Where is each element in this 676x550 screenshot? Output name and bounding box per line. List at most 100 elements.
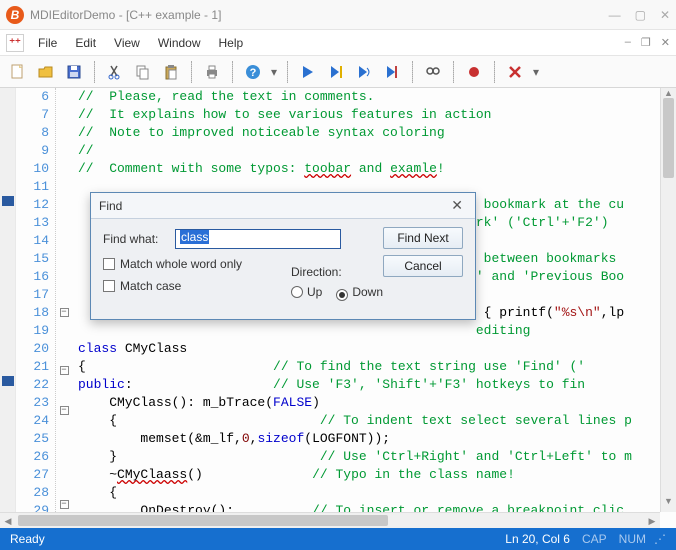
- match-whole-word-label: Match whole word only: [120, 257, 242, 271]
- code-line[interactable]: // Comment with some typos: toobar and e…: [78, 160, 676, 178]
- code-line[interactable]: // It explains how to see various featur…: [78, 106, 676, 124]
- code-line[interactable]: // Note to improved noticeable syntax co…: [78, 124, 676, 142]
- line-number: 18: [16, 304, 49, 322]
- code-line[interactable]: public: // Use 'F3', 'Shift'+'F3' hotkey…: [78, 376, 676, 394]
- code-line[interactable]: // Please, read the text in comments.: [78, 88, 676, 106]
- print-button[interactable]: [200, 60, 224, 84]
- save-file-button[interactable]: [62, 60, 86, 84]
- horizontal-scrollbar[interactable]: ◀ ▶: [0, 512, 660, 528]
- stop-button[interactable]: [503, 60, 527, 84]
- code-line[interactable]: class CMyClass: [78, 340, 676, 358]
- stop-dropdown[interactable]: ▾: [531, 60, 541, 84]
- record-button[interactable]: [462, 60, 486, 84]
- menubar: ⁺⁺ File Edit View Window Help – ❐ ✕: [0, 30, 676, 56]
- line-number: 12: [16, 196, 49, 214]
- find-titlebar[interactable]: Find ✕: [91, 193, 475, 219]
- direction-down-radio[interactable]: Down: [336, 285, 383, 301]
- code-line[interactable]: { // To indent text select several lines…: [78, 412, 676, 430]
- child-restore-button[interactable]: ❐: [641, 36, 651, 49]
- code-line[interactable]: { // To find the text string use 'Find' …: [78, 358, 676, 376]
- direction-label: Direction:: [291, 265, 383, 279]
- code-line[interactable]: } // Use 'Ctrl+Right' and 'Ctrl+Left' to…: [78, 448, 676, 466]
- line-number-gutter: 6789101112131415161718192021222324252627…: [16, 88, 56, 528]
- titlebar: B MDIEditorDemo - [C++ example - 1] — ▢ …: [0, 0, 676, 30]
- line-number: 9: [16, 142, 49, 160]
- fold-toggle-icon[interactable]: −: [60, 500, 69, 509]
- cancel-button[interactable]: Cancel: [383, 255, 463, 277]
- menu-window[interactable]: Window: [150, 33, 209, 53]
- app-icon: B: [6, 6, 24, 24]
- svg-text:?: ?: [250, 67, 257, 79]
- paste-button[interactable]: [159, 60, 183, 84]
- menu-help[interactable]: Help: [211, 33, 252, 53]
- bookmark-icon[interactable]: [2, 376, 14, 386]
- statusbar: Ready Ln 20, Col 6 CAP NUM ⋰: [0, 528, 676, 550]
- code-line[interactable]: {: [78, 484, 676, 502]
- minimize-button[interactable]: —: [609, 8, 621, 22]
- vscroll-thumb[interactable]: [663, 98, 674, 178]
- line-number: 14: [16, 232, 49, 250]
- line-number: 10: [16, 160, 49, 178]
- find-next-button[interactable]: Find Next: [383, 227, 463, 249]
- vertical-scrollbar[interactable]: ▲ ▼: [660, 88, 676, 512]
- fold-gutter[interactable]: − − − −: [56, 88, 72, 528]
- find-what-input[interactable]: class: [175, 229, 341, 249]
- find-what-label: Find what:: [103, 232, 167, 246]
- code-line[interactable]: editing: [78, 322, 676, 340]
- line-number: 28: [16, 484, 49, 502]
- direction-group: Direction: Up Down: [291, 265, 383, 301]
- code-line[interactable]: CMyClass(): m_bTrace(FALSE): [78, 394, 676, 412]
- copy-button[interactable]: [131, 60, 155, 84]
- status-cap: CAP: [582, 532, 607, 546]
- line-number: 6: [16, 88, 49, 106]
- menu-view[interactable]: View: [106, 33, 148, 53]
- menu-file[interactable]: File: [30, 33, 65, 53]
- line-number: 24: [16, 412, 49, 430]
- line-number: 11: [16, 178, 49, 196]
- line-number: 19: [16, 322, 49, 340]
- step-over-button[interactable]: [352, 60, 376, 84]
- match-case-checkbox[interactable]: Match case: [103, 279, 463, 293]
- find-close-button[interactable]: ✕: [447, 197, 467, 214]
- line-number: 8: [16, 124, 49, 142]
- fold-toggle-icon[interactable]: −: [60, 366, 69, 375]
- toolbar: ? ▾ ▾: [0, 56, 676, 88]
- bookmark-icon[interactable]: [2, 196, 14, 206]
- radio-icon: [291, 286, 303, 298]
- close-button[interactable]: ✕: [660, 8, 670, 22]
- fold-toggle-icon[interactable]: −: [60, 406, 69, 415]
- help-dropdown[interactable]: ▾: [269, 60, 279, 84]
- direction-up-radio[interactable]: Up: [291, 285, 322, 301]
- menu-edit[interactable]: Edit: [67, 33, 104, 53]
- window-title: MDIEditorDemo - [C++ example - 1]: [30, 8, 221, 22]
- line-number: 15: [16, 250, 49, 268]
- code-line[interactable]: //: [78, 142, 676, 160]
- status-pos: Ln 20, Col 6: [505, 532, 570, 546]
- step-out-button[interactable]: [380, 60, 404, 84]
- bookmark-gutter[interactable]: [0, 88, 16, 528]
- child-close-button[interactable]: ✕: [661, 36, 670, 49]
- code-line[interactable]: memset(&m_lf,0,sizeof(LOGFONT));: [78, 430, 676, 448]
- maximize-button[interactable]: ▢: [635, 8, 646, 22]
- fold-toggle-icon[interactable]: −: [60, 308, 69, 317]
- line-number: 22: [16, 376, 49, 394]
- line-number: 21: [16, 358, 49, 376]
- find-button[interactable]: [421, 60, 445, 84]
- run-cursor-button[interactable]: [324, 60, 348, 84]
- line-number: 13: [16, 214, 49, 232]
- hscroll-thumb[interactable]: [18, 515, 388, 526]
- open-file-button[interactable]: [34, 60, 58, 84]
- code-line[interactable]: ~CMyClaass() // Typo in the class name!: [78, 466, 676, 484]
- line-number: 26: [16, 448, 49, 466]
- child-minimize-button[interactable]: –: [625, 36, 631, 49]
- run-button[interactable]: [296, 60, 320, 84]
- help-button[interactable]: ?: [241, 60, 265, 84]
- status-ready: Ready: [10, 532, 45, 546]
- mdi-child-icon[interactable]: ⁺⁺: [6, 34, 24, 52]
- cut-button[interactable]: [103, 60, 127, 84]
- status-num: NUM: [619, 532, 646, 546]
- line-number: 27: [16, 466, 49, 484]
- status-grip-icon: ⋰: [654, 532, 666, 546]
- new-file-button[interactable]: [6, 60, 30, 84]
- line-number: 17: [16, 286, 49, 304]
